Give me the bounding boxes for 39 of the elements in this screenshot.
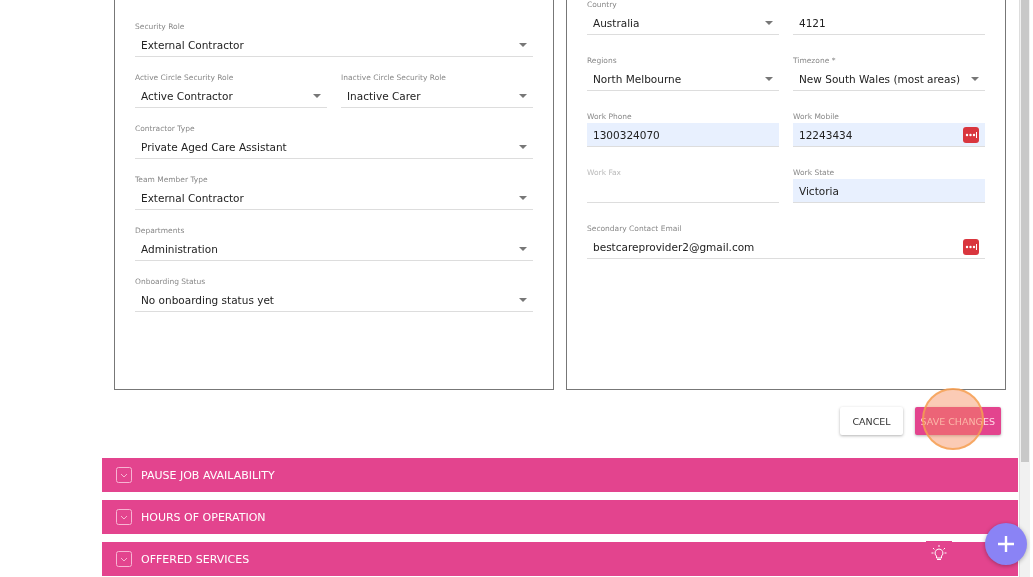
caret-icon — [519, 195, 527, 200]
caret-icon — [519, 42, 527, 47]
input-field[interactable]: 4121 — [793, 11, 985, 35]
dropdown-field[interactable]: Australia — [587, 11, 779, 35]
dropdown-field[interactable]: Inactive Carer — [341, 84, 533, 108]
input-field[interactable]: Victoria — [793, 179, 985, 203]
expand-icon — [116, 467, 132, 483]
section-title: PAUSE JOB AVAILABILITY — [141, 468, 275, 482]
dropdown-field[interactable]: No onboarding status yet — [135, 288, 533, 312]
dropdown-field[interactable]: External Contractor — [135, 186, 533, 210]
input-field[interactable]: 1300324070 — [587, 123, 779, 147]
section-header[interactable]: PAUSE JOB AVAILABILITY — [102, 458, 1018, 492]
input-field[interactable]: 12243434 — [793, 123, 985, 147]
plus-icon — [996, 534, 1016, 554]
caret-icon — [519, 144, 527, 149]
dropdown-field[interactable]: External Contractor — [135, 33, 533, 57]
caret-icon — [519, 246, 527, 251]
section-header[interactable]: HOURS OF OPERATION — [102, 500, 1018, 534]
dropdown-field[interactable]: Administration — [135, 237, 533, 261]
dropdown-field[interactable]: North Melbourne — [587, 67, 779, 91]
cancel-button[interactable]: CANCEL — [840, 407, 903, 435]
dropdown-field[interactable]: Private Aged Care Assistant — [135, 135, 533, 159]
input-field[interactable]: bestcareprovider2@gmail.com — [587, 235, 985, 259]
section-title: HOURS OF OPERATION — [141, 510, 266, 524]
dots-icon[interactable] — [963, 126, 979, 143]
caret-icon — [519, 93, 527, 98]
dropdown-field[interactable]: New South Wales (most areas) — [793, 67, 985, 91]
caret-icon — [519, 297, 527, 302]
caret-icon — [313, 93, 321, 98]
expand-icon — [116, 551, 132, 567]
dots-icon[interactable] — [963, 238, 979, 255]
section-title: OFFERED SERVICES — [141, 552, 250, 566]
caret-icon — [765, 20, 773, 25]
caret-icon — [765, 76, 773, 81]
lightbulb-icon — [929, 543, 949, 563]
dropdown-field[interactable]: Active Contractor — [135, 84, 327, 108]
section-header[interactable]: OFFERED SERVICES — [102, 542, 1018, 576]
expand-icon — [116, 509, 132, 525]
caret-icon — [971, 76, 979, 81]
